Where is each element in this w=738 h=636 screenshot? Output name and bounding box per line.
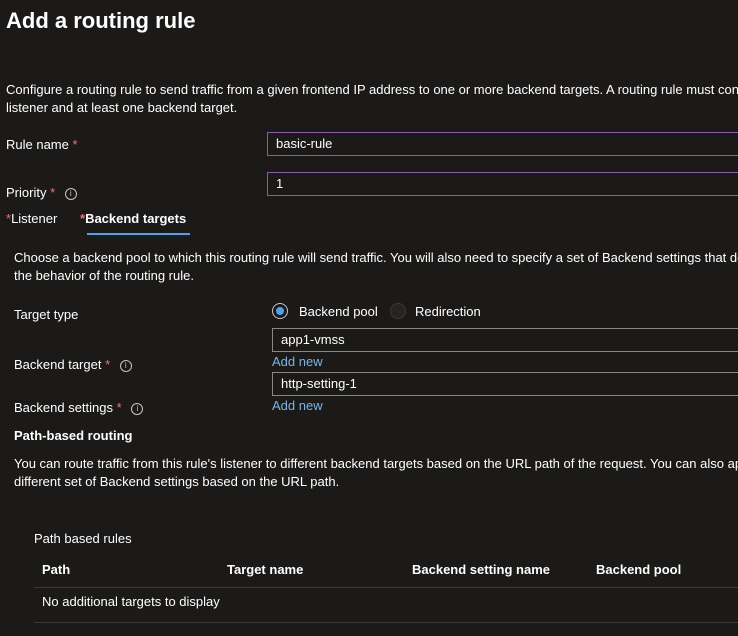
radio-redirection-label[interactable]: Redirection — [415, 304, 481, 319]
backend-description: Choose a backend pool to which this rout… — [14, 250, 738, 283]
path-routing-heading: Path-based routing — [14, 428, 133, 443]
priority-value: 1 — [276, 176, 284, 191]
required-marker: * — [105, 357, 111, 372]
tab-backend-targets-label: Backend targets — [85, 211, 187, 226]
info-icon[interactable]: i — [119, 359, 132, 372]
table-empty-message: No additional targets to display — [42, 594, 220, 609]
priority-label-text: Priority — [6, 185, 47, 200]
rule-name-input[interactable]: basic-rule — [267, 132, 738, 156]
rule-name-label: Rule name * — [6, 137, 78, 152]
info-icon[interactable]: i — [64, 187, 77, 200]
routing-rule-page: Add a routing rule Configure a routing r… — [0, 0, 738, 636]
column-header-path[interactable]: Path — [42, 562, 70, 577]
column-header-target-name[interactable]: Target name — [227, 562, 303, 577]
required-marker: * — [72, 137, 78, 152]
priority-input[interactable]: 1 — [267, 172, 738, 196]
column-header-backend-setting-name[interactable]: Backend setting name — [412, 562, 550, 577]
backend-target-label: Backend target * i — [14, 357, 132, 372]
tab-backend-targets[interactable]: *Backend targets — [80, 211, 186, 226]
target-type-label: Target type — [14, 307, 79, 322]
info-icon[interactable]: i — [131, 402, 144, 415]
rule-name-value: basic-rule — [276, 136, 333, 151]
backend-settings-value: http-setting-1 — [281, 376, 357, 391]
priority-label: Priority * i — [6, 185, 77, 200]
required-marker: * — [116, 400, 122, 415]
tab-listener-label: Listener — [11, 211, 58, 226]
radio-redirection[interactable] — [390, 303, 406, 319]
active-tab-indicator — [87, 233, 190, 235]
radio-backend-pool-label[interactable]: Backend pool — [299, 304, 378, 319]
path-routing-description: You can route traffic from this rule's l… — [14, 456, 738, 489]
required-marker: * — [50, 185, 56, 200]
path-rules-table-title: Path based rules — [34, 531, 132, 546]
table-divider — [34, 622, 738, 623]
backend-settings-select[interactable]: http-setting-1 — [272, 372, 738, 396]
backend-settings-label-text: Backend settings — [14, 400, 114, 415]
backend-target-add-new-link[interactable]: Add new — [272, 354, 323, 369]
page-title: Add a routing rule — [6, 8, 196, 33]
backend-target-value: app1-vmss — [281, 332, 345, 347]
backend-settings-add-new-link[interactable]: Add new — [272, 398, 323, 413]
column-header-backend-pool[interactable]: Backend pool — [596, 562, 681, 577]
backend-target-select[interactable]: app1-vmss — [272, 328, 738, 352]
tab-listener[interactable]: *Listener — [6, 211, 57, 226]
backend-target-label-text: Backend target — [14, 357, 102, 372]
table-divider — [34, 587, 738, 588]
backend-settings-label: Backend settings * i — [14, 400, 144, 415]
rule-name-label-text: Rule name — [6, 137, 69, 152]
page-description: Configure a routing rule to send traffic… — [6, 82, 738, 115]
radio-backend-pool[interactable] — [272, 303, 288, 319]
